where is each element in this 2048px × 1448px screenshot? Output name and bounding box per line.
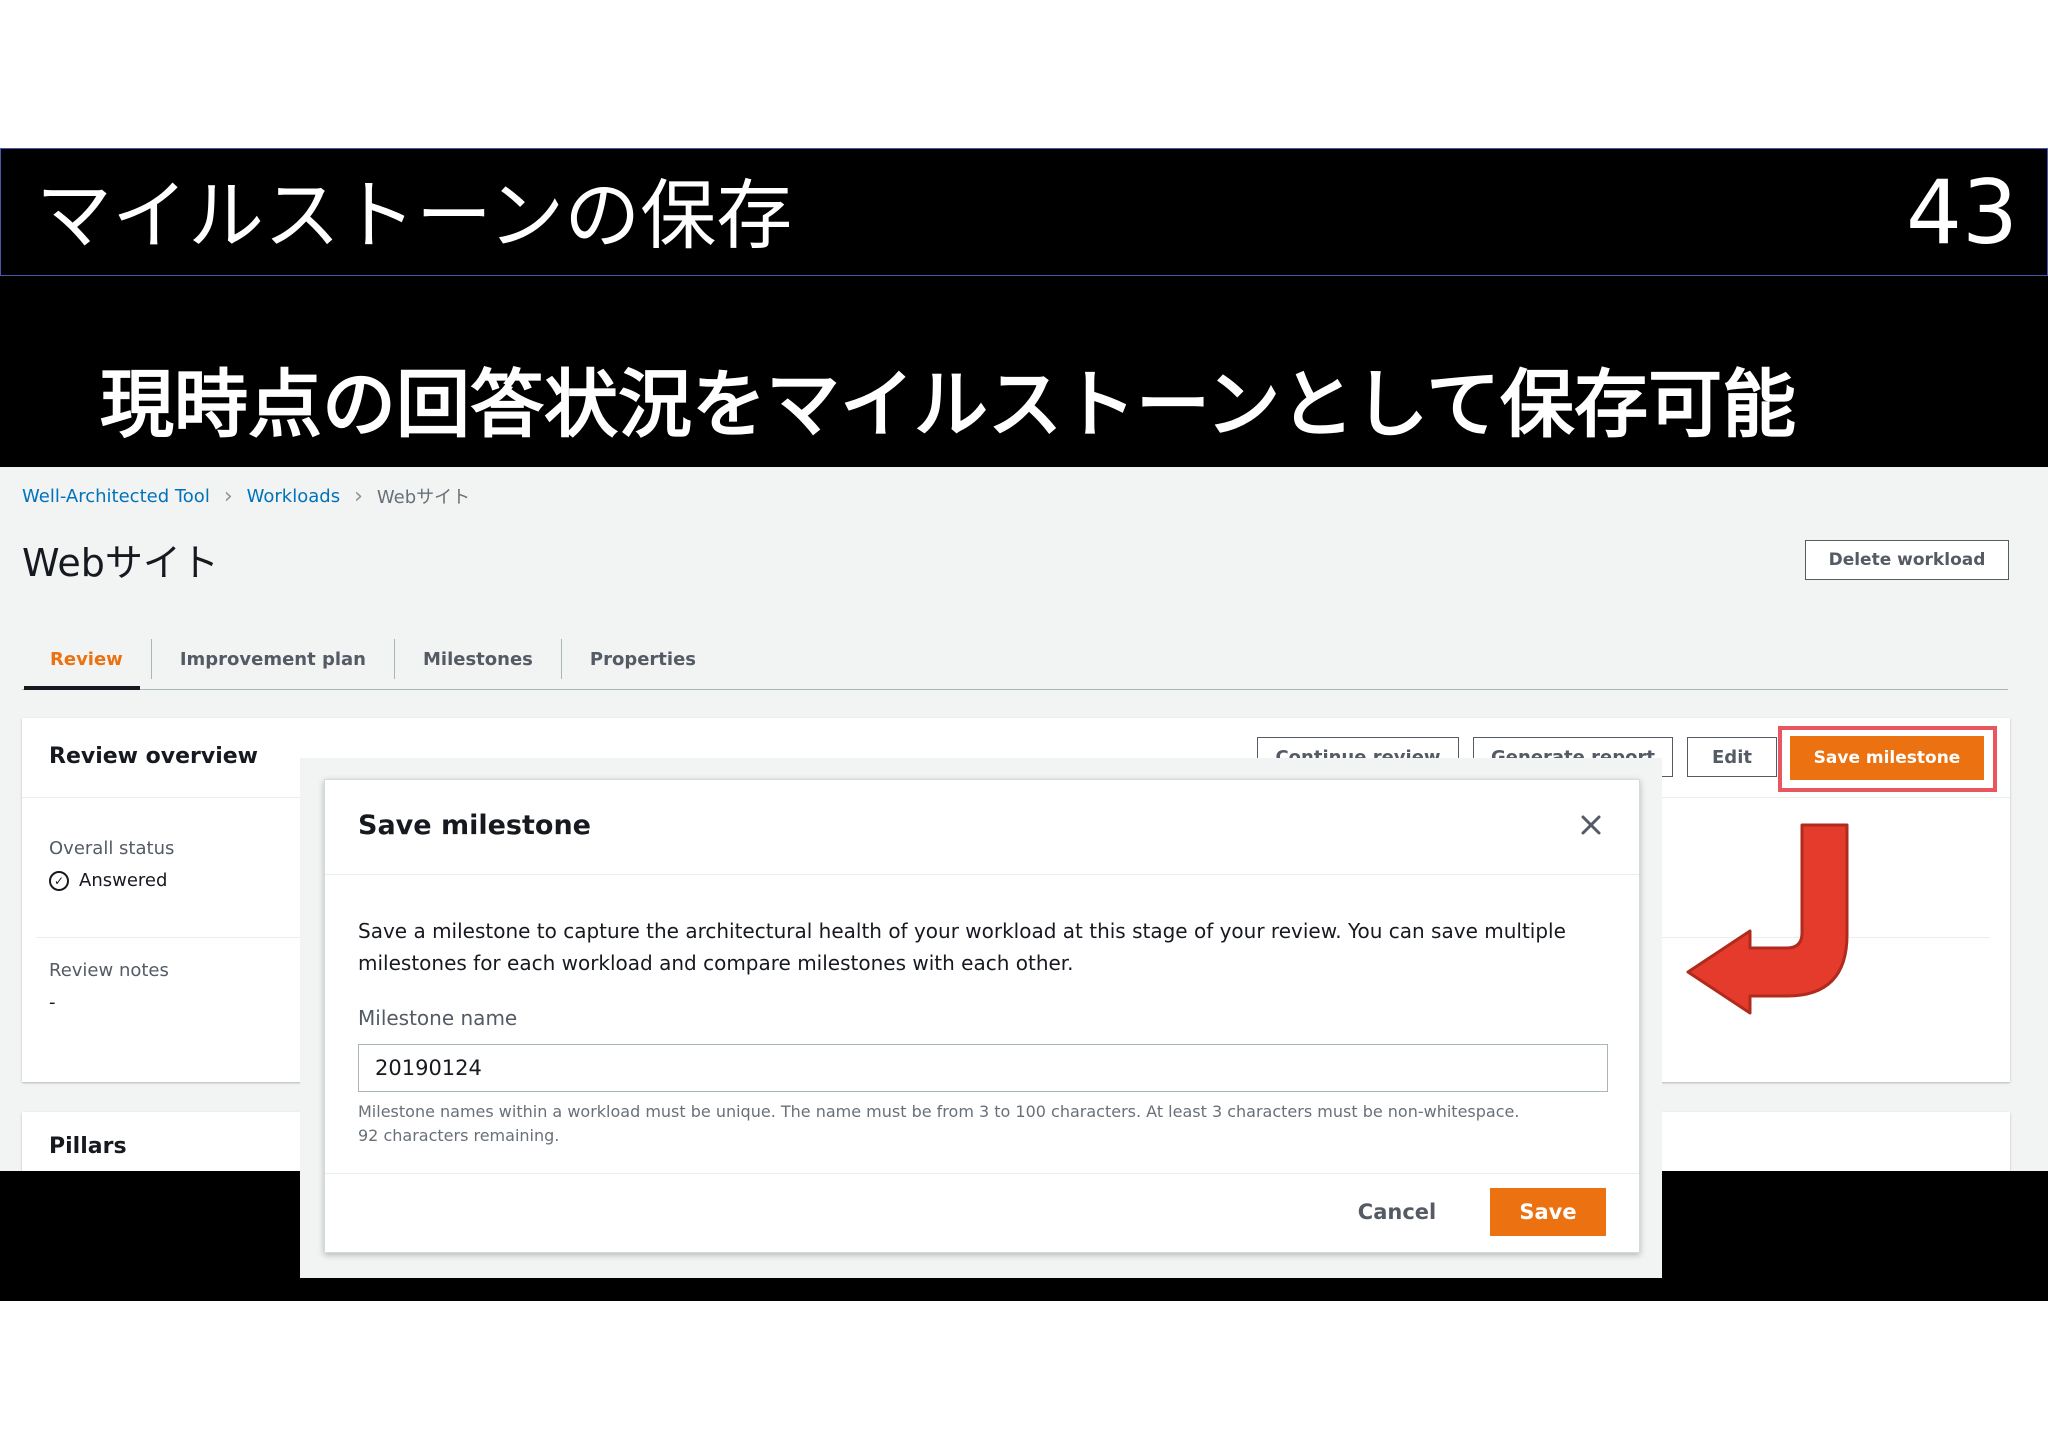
breadcrumb-workloads[interactable]: Workloads xyxy=(247,486,340,507)
tab-divider xyxy=(22,689,2008,690)
cancel-button[interactable]: Cancel xyxy=(1340,1188,1454,1236)
milestone-name-label: Milestone name xyxy=(358,1006,518,1030)
breadcrumb-well-architected-tool[interactable]: Well-Architected Tool xyxy=(22,486,210,507)
slide-subtitle: 現時点の回答状況をマイルストーンとして保存可能 xyxy=(100,362,1797,448)
overall-status-value: ✓ Answered xyxy=(49,870,167,891)
dialog-title: Save milestone xyxy=(358,810,591,841)
milestone-name-hint: Milestone names within a workload must b… xyxy=(358,1102,1520,1145)
pillars-title: Pillars xyxy=(49,1134,127,1159)
dialog-description: Save a milestone to capture the architec… xyxy=(358,919,1566,975)
breadcrumb: Well-Architected Tool › Workloads › Webサ… xyxy=(22,483,470,509)
dialog-header-divider xyxy=(325,874,1639,875)
tab-improvement-plan[interactable]: Improvement plan xyxy=(152,639,395,679)
highlight-box xyxy=(1778,726,1997,792)
review-notes-label: Review notes xyxy=(49,960,169,981)
slide-number: 43 xyxy=(1906,161,2018,264)
check-circle-icon: ✓ xyxy=(49,870,69,891)
review-overview-title: Review overview xyxy=(49,744,258,769)
dialog-footer-divider xyxy=(325,1173,1639,1174)
chevron-right-icon: › xyxy=(223,483,233,509)
close-icon[interactable] xyxy=(1574,808,1608,842)
slide-title: マイルストーンの保存 xyxy=(36,171,793,260)
active-tab-indicator xyxy=(24,686,140,690)
save-button[interactable]: Save xyxy=(1490,1188,1606,1236)
save-milestone-dialog xyxy=(324,779,1640,1253)
chevron-right-icon: › xyxy=(354,483,363,509)
tab-bar: Review Improvement plan Milestones Prope… xyxy=(22,628,724,690)
delete-workload-button[interactable]: Delete workload xyxy=(1805,540,2009,580)
curved-arrow-icon xyxy=(1686,823,1849,1015)
tab-properties[interactable]: Properties xyxy=(562,639,724,679)
breadcrumb-current: Webサイト xyxy=(376,487,471,508)
overall-status-text: Answered xyxy=(79,870,168,891)
milestone-name-input[interactable] xyxy=(358,1044,1608,1092)
edit-button[interactable]: Edit xyxy=(1687,737,1777,777)
tab-milestones[interactable]: Milestones xyxy=(395,639,562,679)
review-notes-value: - xyxy=(49,992,56,1013)
tab-review[interactable]: Review xyxy=(22,639,152,679)
overall-status-label: Overall status xyxy=(49,838,175,859)
page-title: Webサイト xyxy=(22,541,219,585)
